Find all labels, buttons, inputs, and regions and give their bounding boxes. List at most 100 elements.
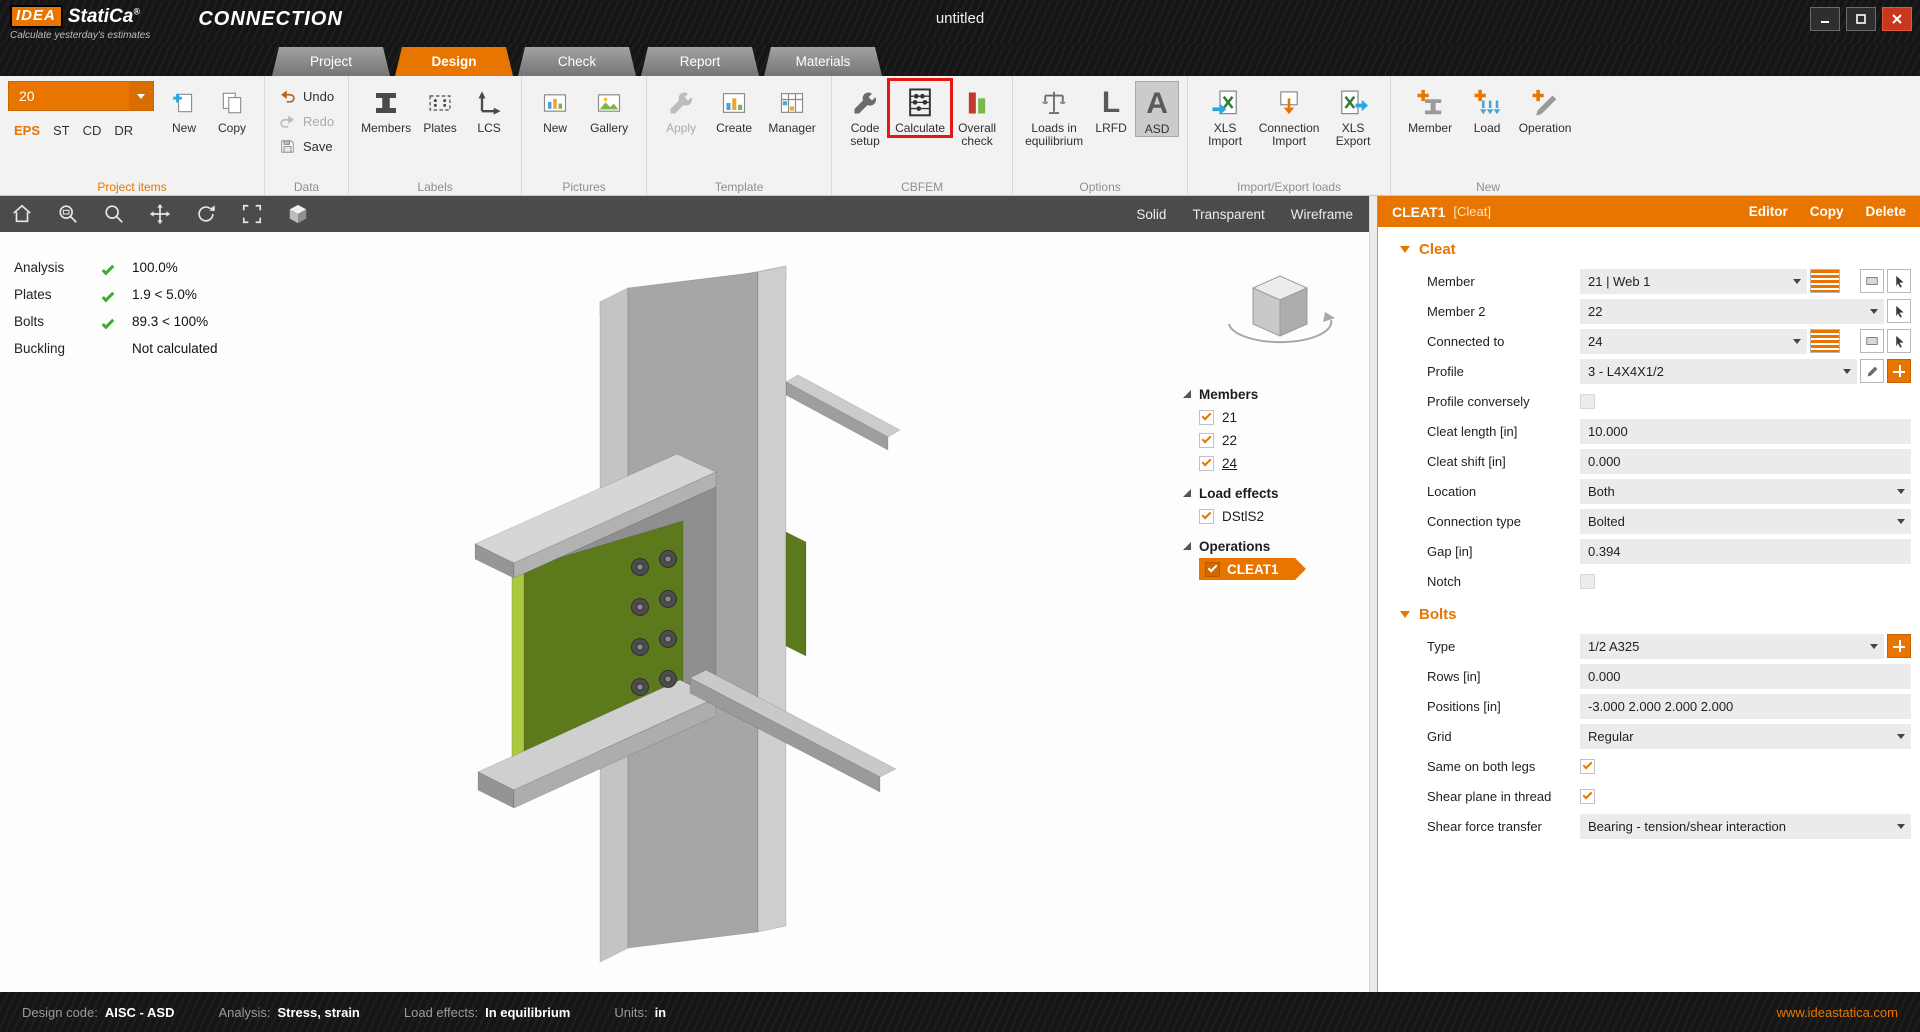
- rotate-view-button[interactable]: [194, 202, 218, 226]
- lrfd-button[interactable]: L LRFD: [1087, 81, 1135, 135]
- expand-icon[interactable]: [1183, 489, 1191, 497]
- xls-import-button[interactable]: XLS Import: [1196, 81, 1254, 148]
- zoom-window-button[interactable]: [56, 202, 80, 226]
- copy-operation-button[interactable]: Copy: [1810, 204, 1844, 219]
- connected-to-plate-button[interactable]: [1860, 329, 1884, 353]
- tree-operations-header[interactable]: Operations: [1183, 534, 1353, 558]
- new-project-item-button[interactable]: New: [160, 81, 208, 135]
- member-24-checkbox[interactable]: [1199, 456, 1214, 471]
- panel-splitter[interactable]: [1369, 196, 1377, 992]
- member-plate-button[interactable]: [1860, 269, 1884, 293]
- view-mode-wireframe[interactable]: Wireframe: [1291, 207, 1353, 222]
- code-setup-button[interactable]: Code setup: [840, 81, 890, 148]
- shear-plane-checkbox[interactable]: [1580, 789, 1595, 804]
- collapse-icon[interactable]: [1400, 246, 1410, 253]
- collapse-icon[interactable]: [1400, 611, 1410, 618]
- navigation-cube[interactable]: [1221, 262, 1339, 363]
- copy-project-item-button[interactable]: Copy: [208, 81, 256, 135]
- profile-dropdown[interactable]: 3 - L4X4X1/2: [1580, 359, 1857, 384]
- member2-dropdown[interactable]: 22: [1580, 299, 1884, 324]
- expand-icon[interactable]: [1183, 542, 1191, 550]
- mode-dr-button[interactable]: DR: [114, 123, 133, 138]
- mode-cd-button[interactable]: CD: [83, 123, 102, 138]
- bolt-type-add-button[interactable]: [1887, 634, 1911, 658]
- new-member-button[interactable]: Member: [1399, 81, 1461, 135]
- editor-button[interactable]: Editor: [1749, 204, 1788, 219]
- member-pick-button[interactable]: [1887, 269, 1911, 293]
- selector-dropdown-arrow[interactable]: [129, 82, 153, 110]
- template-apply-button[interactable]: Apply: [655, 81, 707, 135]
- connection-import-button[interactable]: Connection Import: [1254, 81, 1324, 148]
- picture-gallery-button[interactable]: Gallery: [580, 81, 638, 135]
- member-dropdown[interactable]: 21 | Web 1: [1580, 269, 1807, 294]
- view-mode-solid[interactable]: Solid: [1136, 207, 1166, 222]
- viewport-3d-canvas[interactable]: Analysis 100.0% Plates 1.9 < 5.0% Bolts …: [0, 232, 1369, 992]
- section-bolts[interactable]: Bolts: [1378, 596, 1920, 631]
- profile-edit-button[interactable]: [1860, 359, 1884, 383]
- section-cleat[interactable]: Cleat: [1378, 231, 1920, 266]
- notch-checkbox[interactable]: [1580, 574, 1595, 589]
- cleat-length-input[interactable]: 10.000: [1580, 419, 1911, 444]
- asd-button[interactable]: A ASD: [1135, 81, 1179, 137]
- connected-to-pick-button[interactable]: [1887, 329, 1911, 353]
- pan-button[interactable]: [148, 202, 172, 226]
- delete-operation-button[interactable]: Delete: [1865, 204, 1906, 219]
- minimize-button[interactable]: [1810, 7, 1840, 31]
- new-operation-button[interactable]: Operation: [1513, 81, 1577, 135]
- connected-to-highlight-button[interactable]: [1810, 329, 1840, 353]
- view-mode-transparent[interactable]: Transparent: [1192, 207, 1264, 222]
- labels-lcs-button[interactable]: LCS: [465, 81, 513, 135]
- mode-st-button[interactable]: ST: [53, 123, 70, 138]
- close-button[interactable]: [1882, 7, 1912, 31]
- tree-member-22[interactable]: 22: [1199, 429, 1353, 452]
- tree-load-effects-header[interactable]: Load effects: [1183, 481, 1353, 505]
- tree-load-dstls2[interactable]: DStlS2: [1199, 505, 1353, 528]
- member2-pick-button[interactable]: [1887, 299, 1911, 323]
- zoom-button[interactable]: [102, 202, 126, 226]
- connected-to-dropdown[interactable]: 24: [1580, 329, 1807, 354]
- cleat-shift-input[interactable]: 0.000: [1580, 449, 1911, 474]
- maximize-button[interactable]: [1846, 7, 1876, 31]
- save-button[interactable]: Save: [273, 135, 340, 158]
- website-link[interactable]: www.ideastatica.com: [1777, 1005, 1898, 1020]
- solid-view-button[interactable]: [286, 202, 310, 226]
- bolt-rows-input[interactable]: 0.000: [1580, 664, 1911, 689]
- member-22-checkbox[interactable]: [1199, 433, 1214, 448]
- picture-new-button[interactable]: New: [530, 81, 580, 135]
- tree-member-24[interactable]: 24: [1199, 452, 1353, 475]
- template-create-button[interactable]: Create: [707, 81, 761, 135]
- load-dstls2-checkbox[interactable]: [1199, 509, 1214, 524]
- tab-report[interactable]: Report: [641, 47, 759, 76]
- labels-members-button[interactable]: Members: [357, 81, 415, 135]
- member-highlight-button[interactable]: [1810, 269, 1840, 293]
- tree-operation-cleat1[interactable]: CLEAT1: [1199, 558, 1295, 580]
- tab-materials[interactable]: Materials: [764, 47, 882, 76]
- tab-design[interactable]: Design: [395, 47, 513, 76]
- bolt-positions-input[interactable]: -3.000 2.000 2.000 2.000: [1580, 694, 1911, 719]
- grid-dropdown[interactable]: Regular: [1580, 724, 1911, 749]
- shear-force-transfer-dropdown[interactable]: Bearing - tension/shear interaction: [1580, 814, 1911, 839]
- redo-button[interactable]: Redo: [273, 110, 340, 133]
- expand-icon[interactable]: [1183, 390, 1191, 398]
- zoom-fit-button[interactable]: [240, 202, 264, 226]
- undo-button[interactable]: Undo: [273, 85, 340, 108]
- loads-equilibrium-button[interactable]: Loads in equilibrium: [1021, 81, 1087, 148]
- gap-input[interactable]: 0.394: [1580, 539, 1911, 564]
- location-dropdown[interactable]: Both: [1580, 479, 1911, 504]
- profile-add-button[interactable]: [1887, 359, 1911, 383]
- home-view-button[interactable]: [10, 202, 34, 226]
- xls-export-button[interactable]: XLS Export: [1324, 81, 1382, 148]
- overall-check-button[interactable]: Overall check: [950, 81, 1004, 148]
- member-21-checkbox[interactable]: [1199, 410, 1214, 425]
- tree-members-header[interactable]: Members: [1183, 382, 1353, 406]
- tab-project[interactable]: Project: [272, 47, 390, 76]
- project-item-selector[interactable]: 20: [8, 81, 154, 111]
- cleat1-checkbox[interactable]: [1205, 562, 1220, 577]
- labels-plates-button[interactable]: Plates: [415, 81, 465, 135]
- new-load-button[interactable]: Load: [1461, 81, 1513, 135]
- tree-member-21[interactable]: 21: [1199, 406, 1353, 429]
- tab-check[interactable]: Check: [518, 47, 636, 76]
- profile-conversely-checkbox[interactable]: [1580, 394, 1595, 409]
- mode-eps-button[interactable]: EPS: [14, 123, 40, 138]
- bolt-type-dropdown[interactable]: 1/2 A325: [1580, 634, 1884, 659]
